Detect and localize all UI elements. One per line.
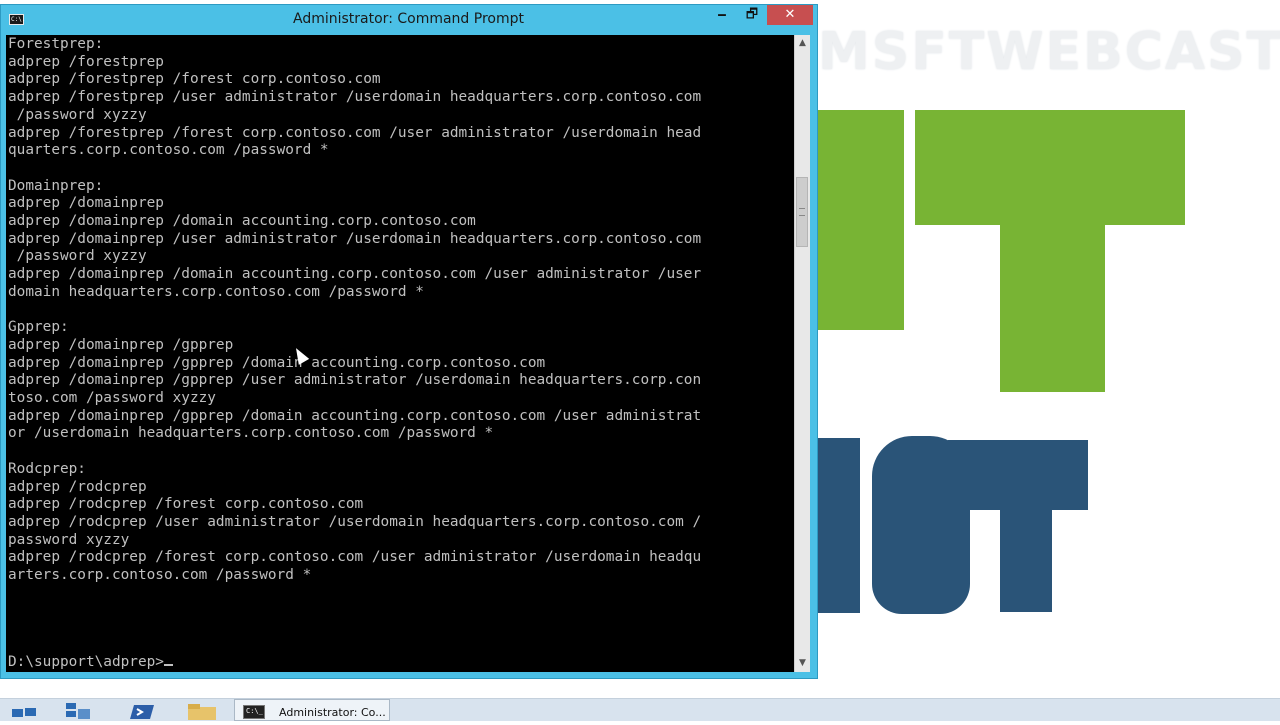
console-line: or /userdomain headquarters.corp.contoso… <box>8 425 494 442</box>
console-line: Rodcprep: <box>8 460 86 477</box>
console-line: adprep /domainprep /gpprep /domain accou… <box>8 354 546 371</box>
cmd-taskbar-icon: C:\_ <box>243 705 265 719</box>
console-line: /password xyzzy <box>8 106 147 123</box>
console-line: Gpprep: <box>8 319 69 336</box>
console-line: domain headquarters.corp.contoso.com /pa… <box>8 283 424 300</box>
console-line: adprep /domainprep /gpprep /user adminis… <box>8 372 702 389</box>
restore-button[interactable]: 🗗 <box>737 5 767 25</box>
minimize-button[interactable]: 🗕 <box>707 5 737 25</box>
command-prompt-line[interactable]: D:\support\adprep> <box>8 654 173 672</box>
console-line: adprep /forestprep /forest corp.contoso.… <box>8 124 702 141</box>
powershell-icon[interactable] <box>128 701 156 721</box>
console-line: adprep /forestprep /forest corp.contoso.… <box>8 71 381 88</box>
start-icon[interactable] <box>12 701 38 721</box>
taskbar: C:\_ Administrator: Co... <box>0 698 1280 721</box>
wallpaper-logo-shape <box>818 280 888 330</box>
console-line: toso.com /password xyzzy <box>8 390 216 407</box>
console-line: password xyzzy <box>8 531 130 548</box>
cmd-app-icon[interactable]: C:\. <box>9 14 25 25</box>
file-explorer-icon[interactable] <box>186 701 218 721</box>
console-line: Forestprep: <box>8 36 104 52</box>
console-line: adprep /domainprep /domain accounting.co… <box>8 266 702 283</box>
title-bar[interactable]: C:\. Administrator: Command Prompt 🗕 🗗 ✕ <box>1 5 817 33</box>
window-title: Administrator: Command Prompt <box>293 11 524 27</box>
wallpaper-logo-shape <box>1000 500 1052 612</box>
console-line: adprep /forestprep <box>8 53 164 70</box>
scroll-down-arrow-icon[interactable]: ▼ <box>795 655 810 672</box>
console-line: adprep /forestprep /user administrator /… <box>8 89 702 106</box>
vertical-scrollbar[interactable]: ▲ ▼ <box>794 35 810 672</box>
prompt-text: D:\support\adprep> <box>8 654 164 670</box>
wallpaper-logo-shape <box>1000 200 1105 392</box>
console-line: adprep /rodcprep <box>8 478 147 495</box>
scrollbar-thumb[interactable] <box>796 177 808 247</box>
text-cursor <box>163 664 173 666</box>
console-line: arters.corp.contoso.com /password * <box>8 567 312 584</box>
scroll-up-arrow-icon[interactable]: ▲ <box>795 35 810 52</box>
command-prompt-window[interactable]: C:\. Administrator: Command Prompt 🗕 🗗 ✕… <box>0 4 818 679</box>
close-button[interactable]: ✕ <box>767 5 813 25</box>
console-line: /password xyzzy <box>8 248 147 265</box>
taskbar-command-prompt-label: Administrator: Co... <box>279 706 386 719</box>
console-output: Forestprep: adprep /forestprep adprep /f… <box>8 36 701 585</box>
console-line: quarters.corp.contoso.com /password * <box>8 142 329 159</box>
console-line: adprep /rodcprep /forest corp.contoso.co… <box>8 496 364 513</box>
wallpaper-watermark: MSFTWEBCAST <box>818 22 1280 82</box>
taskbar-command-prompt-button[interactable]: C:\_ Administrator: Co... <box>234 699 390 721</box>
console-line: adprep /domainprep /gpprep /domain accou… <box>8 407 702 424</box>
console-line: Domainprep: <box>8 177 104 194</box>
wallpaper-logo-shape <box>818 438 860 613</box>
console-line: adprep /domainprep /gpprep <box>8 336 234 353</box>
console-line: adprep /domainprep <box>8 195 164 212</box>
server-manager-icon[interactable] <box>64 701 92 721</box>
grip-icon <box>799 208 805 216</box>
console-line: adprep /rodcprep /forest corp.contoso.co… <box>8 549 702 566</box>
console-line: adprep /rodcprep /user administrator /us… <box>8 513 702 530</box>
console-area[interactable]: Forestprep: adprep /forestprep adprep /f… <box>6 35 794 672</box>
console-line: adprep /domainprep /domain accounting.co… <box>8 213 476 230</box>
console-line: adprep /domainprep /user administrator /… <box>8 230 702 247</box>
